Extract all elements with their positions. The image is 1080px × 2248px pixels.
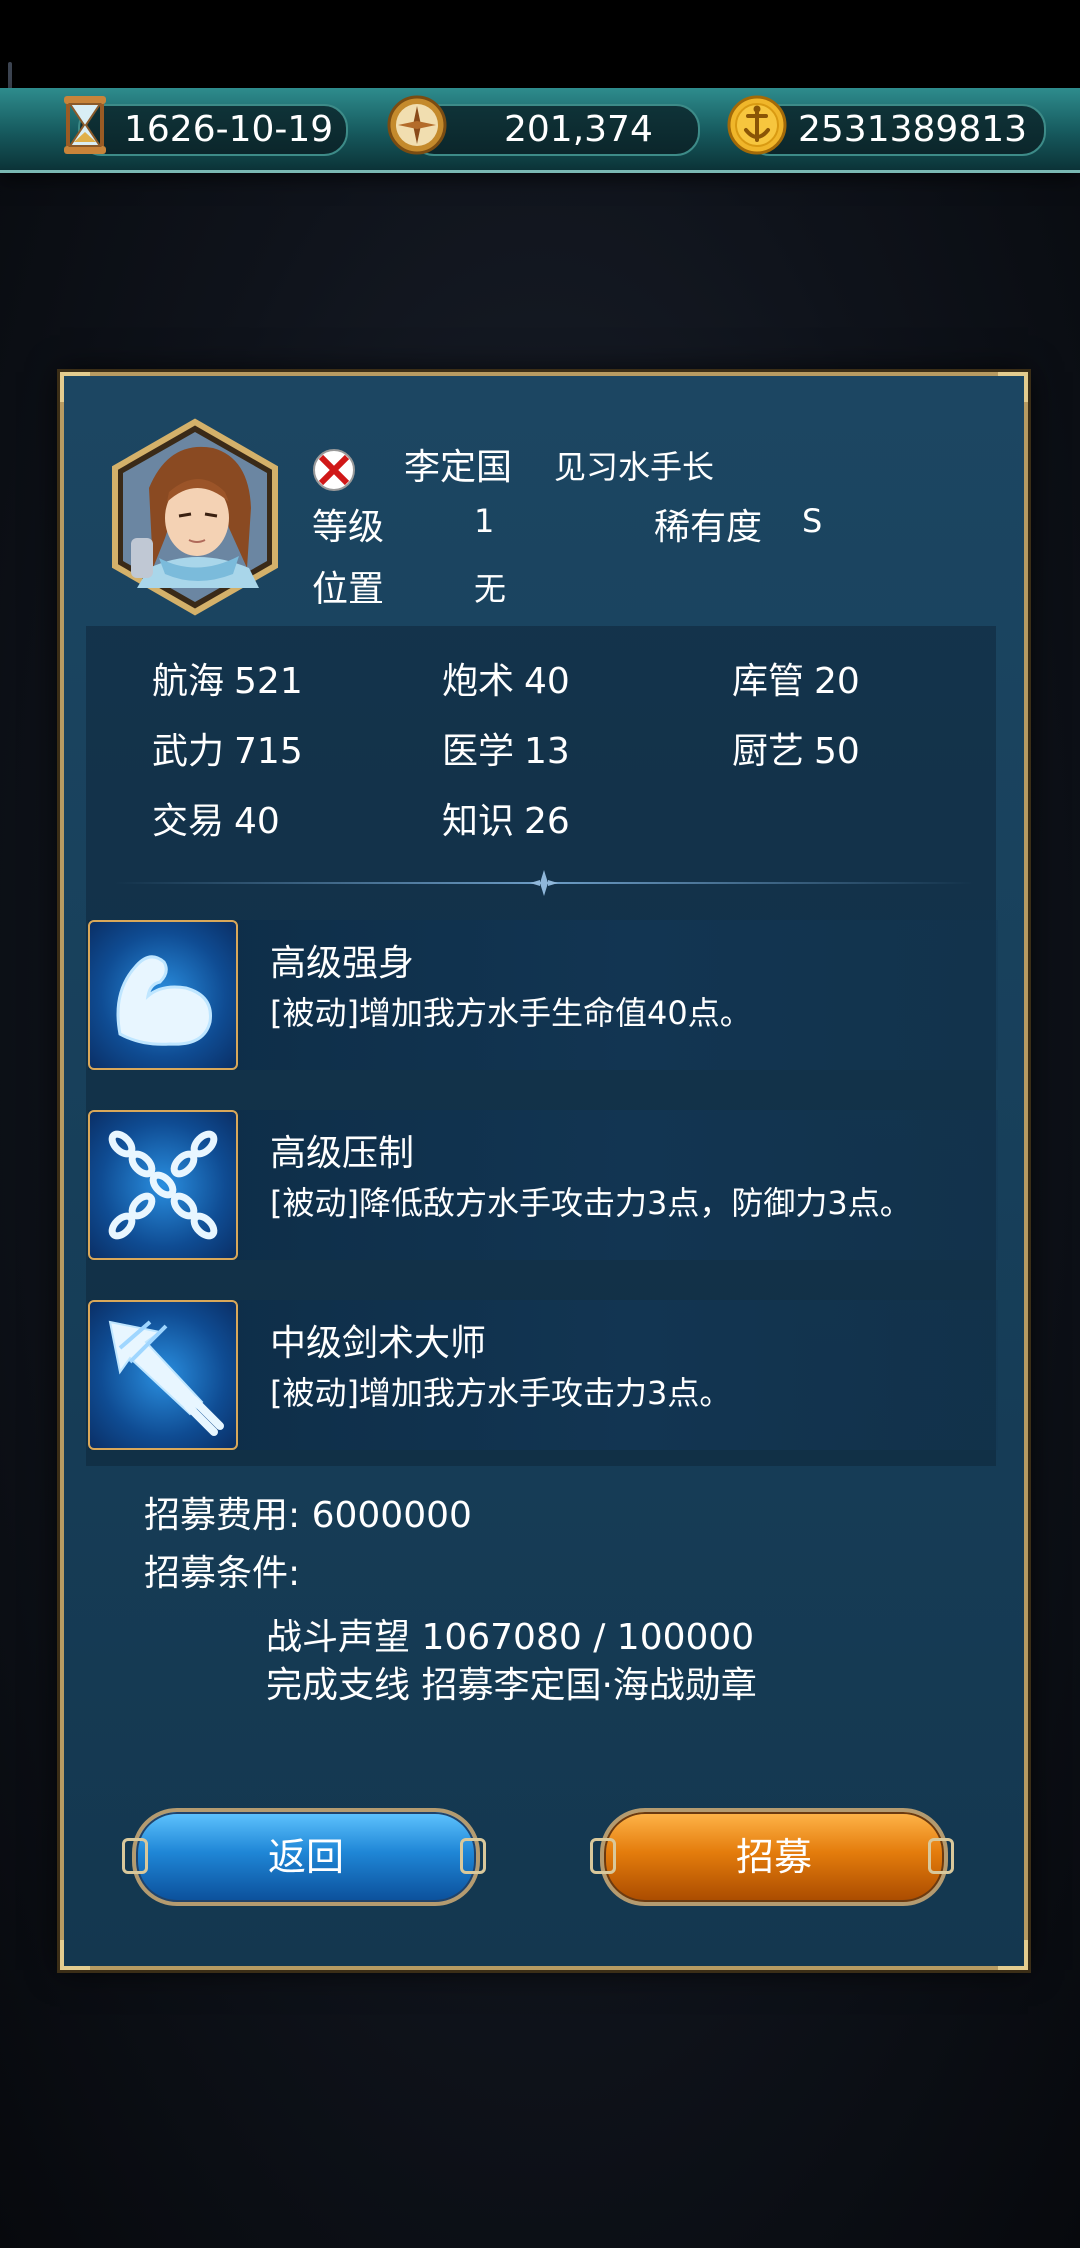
officer-detail-panel: 李定国 见习水手长 等级 1 稀有度 S 位置 无 航海 521 炮术 40 库管 2…	[60, 372, 1028, 1970]
rarity-label: 稀有度	[654, 507, 763, 548]
date-pill: 1626-10-19	[78, 104, 348, 156]
chains-icon	[108, 1130, 218, 1240]
skill-row-2[interactable]: 高级压制 [被动]降低敌方水手攻击力3点，防御力3点。	[88, 1110, 998, 1260]
stat-storage: 库管 20	[732, 661, 860, 702]
skill-icon-2	[88, 1110, 238, 1260]
status-bar-area	[0, 0, 1080, 88]
nation-flag-icon	[313, 449, 355, 491]
position-value: 无	[474, 570, 507, 608]
back-button-right-ornament	[460, 1838, 486, 1874]
stat-medicine: 医学 13	[442, 731, 570, 772]
back-button-left-ornament	[122, 1838, 148, 1874]
rarity-value: S	[802, 502, 823, 540]
level-label: 等级	[312, 507, 385, 548]
divider-ornament-icon	[530, 870, 558, 896]
skill-name-2: 高级压制	[270, 1133, 415, 1174]
recruit-condition-2: 完成支线 招募李定国·海战勋章	[266, 1665, 757, 1706]
panel-corner-tl	[60, 372, 90, 402]
recruit-conditions-label: 招募条件:	[144, 1553, 301, 1594]
panel-corner-tr	[998, 372, 1028, 402]
skill-icon-1	[88, 920, 238, 1070]
stat-knowledge: 知识 26	[442, 801, 570, 842]
compass-pill: 201,374	[410, 104, 700, 156]
back-button-label: 返回	[267, 1835, 344, 1879]
resource-bar: 1626-10-19 201,374 2531389813	[0, 88, 1080, 173]
hourglass-icon	[64, 96, 106, 154]
officer-name: 李定国	[404, 447, 513, 488]
level-value: 1	[474, 502, 495, 540]
stat-sailing: 航海 521	[152, 661, 303, 702]
recruit-button[interactable]: 招募	[600, 1808, 948, 1906]
skill-desc-3: [被动]增加我方水手攻击力3点。	[270, 1374, 732, 1412]
skill-name-1: 高级强身	[270, 943, 415, 984]
compass-icon	[387, 95, 447, 155]
date-text: 1626-10-19	[124, 109, 334, 150]
skill-desc-1: [被动]增加我方水手生命值40点。	[270, 994, 752, 1032]
stat-trade: 交易 40	[152, 801, 280, 842]
officer-portrait	[112, 418, 278, 616]
skill-row-1[interactable]: 高级强身 [被动]增加我方水手生命值40点。	[88, 920, 998, 1070]
recruit-cost: 招募费用: 6000000	[144, 1495, 472, 1536]
panel-corner-bl	[60, 1940, 90, 1970]
compass-value-text: 201,374	[504, 109, 653, 150]
skill-icon-3	[88, 1300, 238, 1450]
recruit-condition-1: 战斗声望 1067080 / 100000	[266, 1617, 755, 1658]
stat-force: 武力 715	[152, 731, 303, 772]
panel-corner-br	[998, 1940, 1028, 1970]
sword-icon	[108, 1320, 224, 1436]
gold-coin-icon	[727, 95, 787, 155]
skill-desc-2: [被动]降低敌方水手攻击力3点，防御力3点。	[270, 1184, 912, 1222]
officer-title: 见习水手长	[554, 448, 715, 486]
back-button[interactable]: 返回	[132, 1808, 480, 1906]
skill-row-3[interactable]: 中级剑术大师 [被动]增加我方水手攻击力3点。	[88, 1300, 998, 1450]
skill-name-3: 中级剑术大师	[270, 1323, 487, 1364]
gold-pill: 2531389813	[746, 104, 1046, 156]
muscle-icon	[116, 955, 212, 1046]
recruit-button-right-ornament	[928, 1838, 954, 1874]
gold-text: 2531389813	[798, 109, 1028, 150]
recruit-button-label: 招募	[735, 1835, 812, 1879]
stat-gunnery: 炮术 40	[442, 661, 570, 702]
recruit-button-left-ornament	[590, 1838, 616, 1874]
position-label: 位置	[312, 569, 385, 610]
stat-cooking: 厨艺 50	[732, 731, 860, 772]
